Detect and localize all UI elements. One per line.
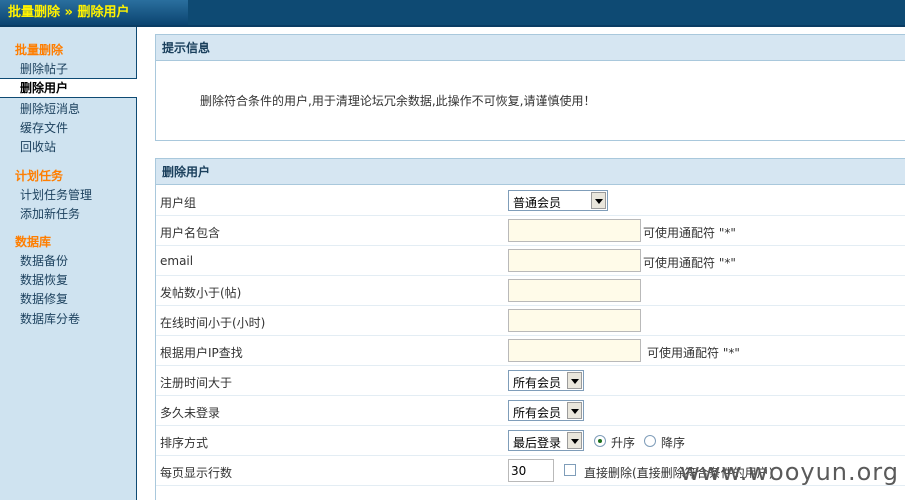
email-label: email (160, 254, 194, 268)
regdate-select[interactable]: 所有会员 (508, 370, 584, 391)
sidebar-group-batch-delete[interactable]: 批量删除 (15, 41, 63, 58)
sidebar-item-delete-messages[interactable]: 删除短消息 (20, 100, 80, 117)
email-hint: 可使用通配符 "*" (643, 256, 736, 270)
row-online-time: 在线时间小于(小时) (156, 306, 905, 336)
username-input[interactable] (508, 219, 641, 242)
online-time-label: 在线时间小于(小时) (160, 316, 266, 330)
sidebar-item-add-task[interactable]: 添加新任务 (20, 205, 80, 222)
row-ip: 根据用户IP查找 可使用通配符 "*" (156, 336, 905, 366)
username-hint: 可使用通配符 "*" (643, 226, 736, 240)
page-title: 批量删除 » 删除用户 (0, 0, 188, 25)
delete-users-form: 删除用户 用户组 普通会员 用户名包含 可使用通配符 "*" email 可使用… (155, 158, 905, 500)
notice-text: 删除符合条件的用户,用于清理论坛冗余数据,此操作不可恢复,请谨慎使用！ (200, 94, 596, 108)
row-usergroup: 用户组 普通会员 (156, 186, 905, 216)
regdate-select-value: 所有会员 (513, 376, 562, 390)
perpage-input[interactable] (508, 459, 554, 482)
sidebar-group-database[interactable]: 数据库 (15, 233, 51, 250)
sidebar-item-delete-users[interactable]: 删除用户 (0, 78, 137, 98)
sort-select[interactable]: 最后登录 (508, 430, 584, 451)
row-username: 用户名包含 可使用通配符 "*" (156, 216, 905, 246)
watermark: www.wooyun.org (680, 458, 899, 486)
usergroup-select[interactable]: 普通会员 (508, 190, 608, 211)
regdate-label: 注册时间大于 (160, 376, 233, 390)
notice-panel: 提示信息 删除符合条件的用户,用于清理论坛冗余数据,此操作不可恢复,请谨慎使用！ (155, 34, 905, 141)
sidebar-item-db-backup[interactable]: 数据备份 (20, 252, 68, 269)
sort-asc-radio[interactable] (594, 435, 606, 447)
direct-delete-checkbox[interactable] (564, 464, 576, 476)
lastvisit-label: 多久未登录 (160, 406, 221, 420)
sort-select-value: 最后登录 (513, 436, 562, 450)
usergroup-select-value: 普通会员 (513, 196, 562, 210)
row-regdate: 注册时间大于 所有会员 (156, 366, 905, 396)
chevron-down-icon[interactable] (567, 372, 582, 389)
sort-desc-label[interactable]: 降序 (661, 434, 685, 451)
form-title: 删除用户 (156, 159, 905, 185)
sidebar-item-cache-files[interactable]: 缓存文件 (20, 119, 68, 136)
sidebar: 批量删除 删除帖子 删除用户 删除短消息 缓存文件 回收站 计划任务 计划任务管… (0, 27, 137, 500)
row-email: email 可使用通配符 "*" (156, 246, 905, 276)
perpage-label: 每页显示行数 (160, 466, 233, 480)
lastvisit-select-value: 所有会员 (513, 406, 562, 420)
online-time-input[interactable] (508, 309, 641, 332)
sidebar-item-db-restore[interactable]: 数据恢复 (20, 271, 68, 288)
lastvisit-select[interactable]: 所有会员 (508, 400, 584, 421)
ip-label: 根据用户IP查找 (160, 346, 243, 360)
ip-hint: 可使用通配符 "*" (647, 346, 740, 360)
chevron-down-icon[interactable] (591, 192, 606, 209)
sidebar-item-db-split[interactable]: 数据库分卷 (20, 310, 80, 327)
row-sort: 排序方式 最后登录 升序 降序 (156, 426, 905, 456)
sidebar-item-delete-posts[interactable]: 删除帖子 (20, 60, 68, 77)
sidebar-item-db-repair[interactable]: 数据修复 (20, 290, 68, 307)
sort-desc-radio[interactable] (644, 435, 656, 447)
row-posts: 发帖数小于(帖) (156, 276, 905, 306)
posts-label: 发帖数小于(帖) (160, 286, 242, 300)
username-label: 用户名包含 (160, 226, 221, 240)
chevron-down-icon[interactable] (567, 432, 582, 449)
sort-label: 排序方式 (160, 436, 209, 450)
ip-input[interactable] (508, 339, 641, 362)
top-bar: 批量删除 » 删除用户 (0, 0, 905, 27)
sidebar-item-task-manage[interactable]: 计划任务管理 (20, 186, 92, 203)
row-lastvisit: 多久未登录 所有会员 (156, 396, 905, 426)
notice-title: 提示信息 (156, 35, 905, 61)
usergroup-label: 用户组 (160, 196, 197, 210)
sort-asc-label[interactable]: 升序 (611, 434, 635, 451)
sidebar-group-scheduled-tasks[interactable]: 计划任务 (15, 167, 63, 184)
chevron-down-icon[interactable] (567, 402, 582, 419)
posts-input[interactable] (508, 279, 641, 302)
sidebar-item-recycle-bin[interactable]: 回收站 (20, 138, 56, 155)
email-input[interactable] (508, 249, 641, 272)
